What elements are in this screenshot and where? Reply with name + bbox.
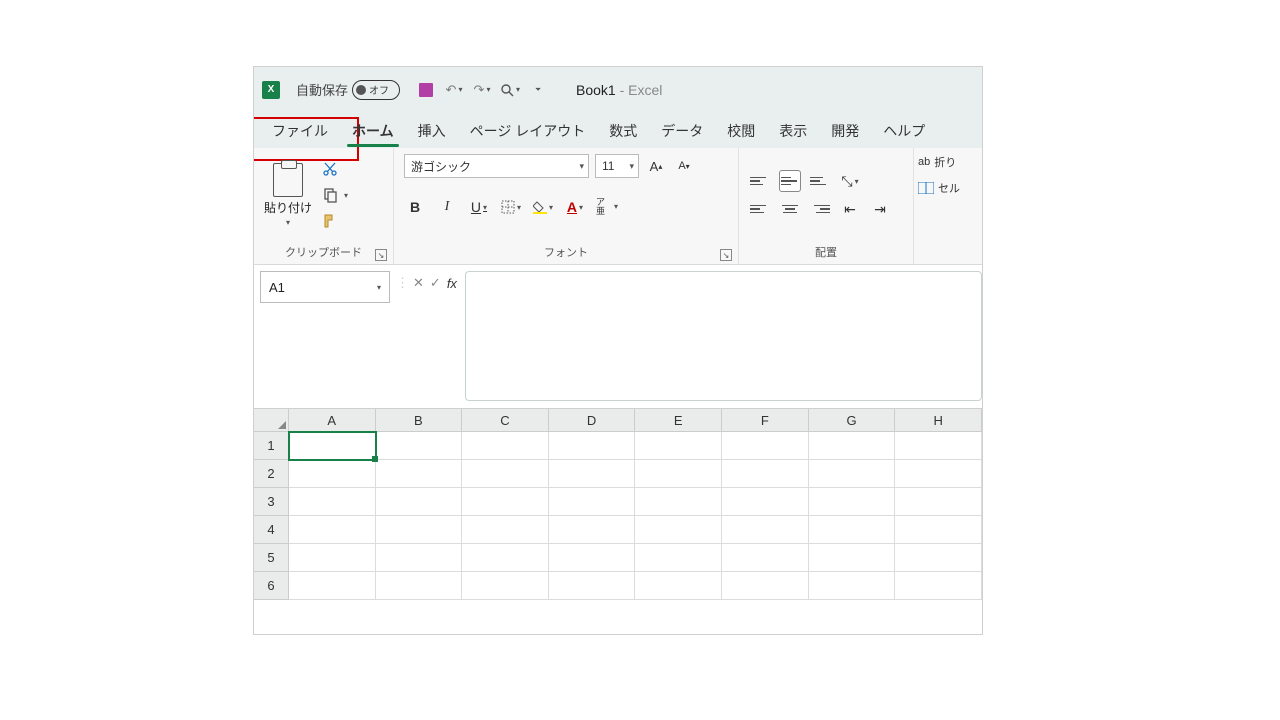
cell-H1[interactable] bbox=[895, 432, 982, 460]
tab-data[interactable]: データ bbox=[649, 114, 715, 147]
merge-cells-button[interactable]: セル bbox=[918, 180, 960, 196]
cell-E1[interactable] bbox=[635, 432, 722, 460]
tab-home[interactable]: ホーム bbox=[340, 114, 406, 147]
autosave-toggle[interactable]: オフ bbox=[352, 80, 400, 100]
increase-indent-button[interactable]: ⇥ bbox=[869, 198, 891, 220]
qat-customize-button[interactable]: ⏷ bbox=[526, 78, 550, 102]
tab-review[interactable]: 校閲 bbox=[715, 114, 767, 147]
decrease-indent-button[interactable]: ⇤ bbox=[839, 198, 861, 220]
underline-button[interactable]: U▾ bbox=[468, 196, 490, 218]
borders-button[interactable]: ▾ bbox=[500, 196, 522, 218]
font-launcher[interactable]: ↘ bbox=[720, 249, 732, 261]
row-header-1[interactable]: 1 bbox=[254, 432, 289, 460]
align-center-button[interactable] bbox=[779, 198, 801, 220]
increase-font-button[interactable]: A▴ bbox=[645, 155, 667, 177]
decrease-font-button[interactable]: A▾ bbox=[673, 155, 695, 177]
align-top-button[interactable] bbox=[749, 170, 771, 192]
col-header-H[interactable]: H bbox=[895, 409, 982, 432]
phonetic-button[interactable]: ア亜▾ bbox=[596, 196, 618, 218]
col-header-F[interactable]: F bbox=[722, 409, 809, 432]
cell-A1[interactable] bbox=[289, 432, 376, 460]
col-header-A[interactable]: A bbox=[289, 409, 376, 432]
tab-insert[interactable]: 挿入 bbox=[406, 114, 458, 147]
ribbon: 貼り付け ▾ ▾ クリップボード ↘ bbox=[254, 148, 982, 265]
wrap-text-icon: ab bbox=[918, 156, 930, 168]
tab-view[interactable]: 表示 bbox=[767, 114, 819, 147]
cut-button[interactable] bbox=[320, 160, 340, 178]
merge-icon bbox=[918, 182, 934, 194]
tab-developer[interactable]: 開発 bbox=[819, 114, 871, 147]
cancel-formula-button[interactable]: ✕ bbox=[413, 275, 424, 291]
tab-formulas[interactable]: 数式 bbox=[597, 114, 649, 147]
align-left-button[interactable] bbox=[749, 198, 771, 220]
copy-button[interactable]: ▾ bbox=[320, 186, 340, 204]
redo-button[interactable]: ↷▾ bbox=[470, 78, 494, 102]
col-header-B[interactable]: B bbox=[376, 409, 463, 432]
row-header-2[interactable]: 2 bbox=[254, 460, 289, 488]
excel-window: X 自動保存 オフ ↶▾ ↷▾ ▾ ⏷ Book1 - Excel ファイル bbox=[253, 66, 983, 635]
row-header-5[interactable]: 5 bbox=[254, 544, 289, 572]
font-size-combo[interactable]: 11 bbox=[595, 154, 639, 178]
cell-G1[interactable] bbox=[809, 432, 896, 460]
italic-button[interactable]: I bbox=[436, 196, 458, 218]
col-header-D[interactable]: D bbox=[549, 409, 636, 432]
align-middle-button[interactable] bbox=[779, 170, 801, 192]
cell-F1[interactable] bbox=[722, 432, 809, 460]
formula-bar: A1 ▾ ⋮ ✕ ✓ fx bbox=[254, 265, 982, 409]
tab-help[interactable]: ヘルプ bbox=[871, 114, 937, 147]
align-right-button[interactable] bbox=[809, 198, 831, 220]
save-button[interactable] bbox=[414, 78, 438, 102]
wrap-text-button[interactable]: ab 折り bbox=[918, 154, 960, 170]
format-painter-button[interactable] bbox=[320, 212, 340, 230]
search-button[interactable]: ▾ bbox=[498, 78, 522, 102]
app-name: Excel bbox=[628, 82, 662, 98]
font-color-button[interactable]: A▾ bbox=[564, 196, 586, 218]
bold-button[interactable]: B bbox=[404, 196, 426, 218]
paste-button[interactable]: 貼り付け ▾ bbox=[264, 163, 312, 227]
cell-D1[interactable] bbox=[549, 432, 636, 460]
clipboard-icon bbox=[273, 163, 303, 197]
spreadsheet-grid: A B C D E F G H 1 2 3 4 5 6 bbox=[254, 409, 982, 600]
select-all-button[interactable] bbox=[254, 409, 289, 432]
row-header-6[interactable]: 6 bbox=[254, 572, 289, 600]
col-header-E[interactable]: E bbox=[635, 409, 722, 432]
document-title: Book1 bbox=[576, 82, 616, 98]
tab-file[interactable]: ファイル bbox=[260, 114, 340, 147]
insert-function-button[interactable]: fx bbox=[447, 276, 457, 291]
clipboard-launcher[interactable]: ↘ bbox=[375, 249, 387, 261]
align-bottom-button[interactable] bbox=[809, 170, 831, 192]
fill-color-button[interactable]: ▾ bbox=[532, 196, 554, 218]
orientation-button[interactable]: ⤡▾ bbox=[839, 170, 861, 192]
col-header-G[interactable]: G bbox=[809, 409, 896, 432]
row-header-3[interactable]: 3 bbox=[254, 488, 289, 516]
autosave-label: 自動保存 bbox=[296, 80, 348, 99]
accept-formula-button[interactable]: ✓ bbox=[430, 275, 441, 291]
row-header-4[interactable]: 4 bbox=[254, 516, 289, 544]
col-header-C[interactable]: C bbox=[462, 409, 549, 432]
tab-page-layout[interactable]: ページ レイアウト bbox=[458, 114, 598, 147]
title-bar: X 自動保存 オフ ↶▾ ↷▾ ▾ ⏷ Book1 - Excel bbox=[254, 67, 982, 112]
cell-B1[interactable] bbox=[376, 432, 463, 460]
font-name-combo[interactable]: 游ゴシック bbox=[404, 154, 589, 178]
excel-logo-icon: X bbox=[262, 81, 280, 99]
ribbon-tabs: ファイル ホーム 挿入 ページ レイアウト 数式 データ 校閲 表示 開発 ヘル… bbox=[254, 112, 982, 148]
formula-input[interactable] bbox=[465, 271, 982, 401]
cell-C1[interactable] bbox=[462, 432, 549, 460]
undo-button[interactable]: ↶▾ bbox=[442, 78, 466, 102]
name-box[interactable]: A1 ▾ bbox=[260, 271, 390, 303]
